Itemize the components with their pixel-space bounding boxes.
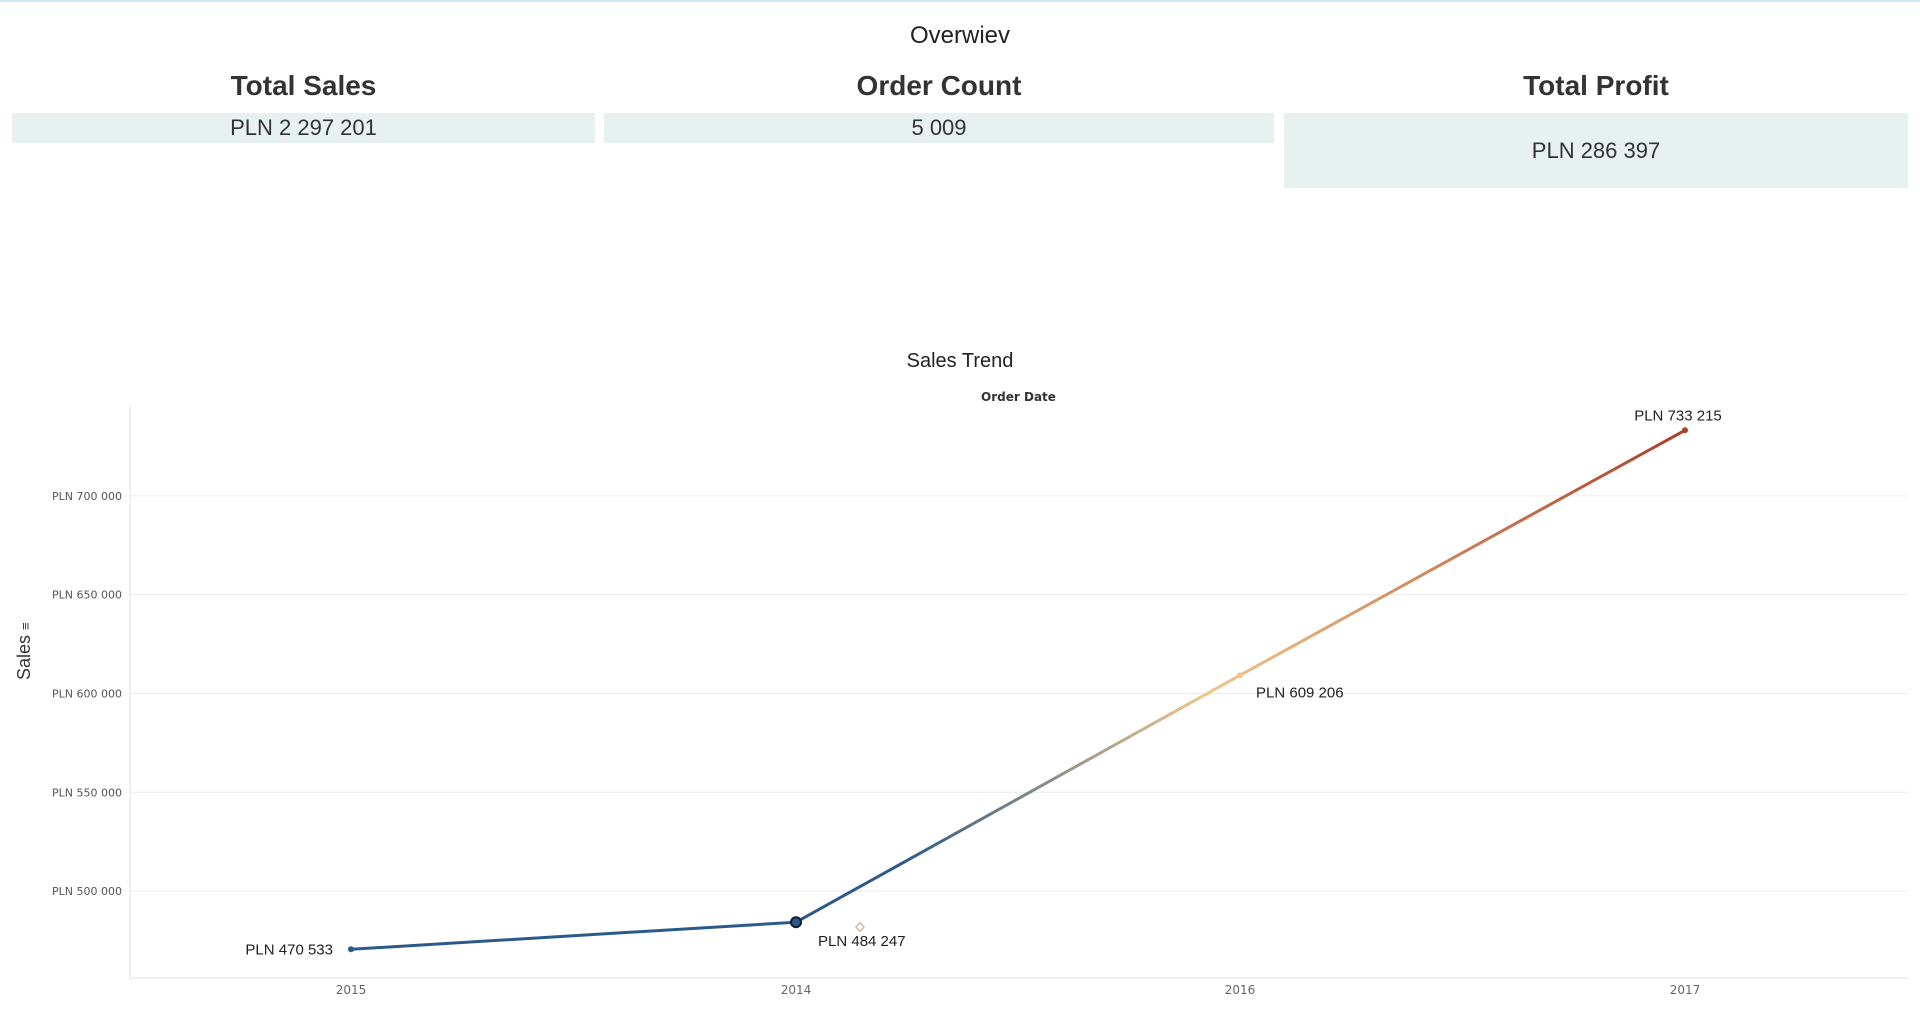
- data-label: PLN 733 215: [1634, 407, 1722, 424]
- y-tick-label: PLN 700 000: [52, 490, 122, 503]
- series: [348, 427, 1688, 953]
- axes: PLN 500 000 PLN 550 000 PLN 600 000 PLN 650…: [52, 405, 1908, 997]
- y-tick-label: PLN 550 000: [52, 786, 122, 799]
- data-point[interactable]: [1237, 672, 1243, 679]
- gridlines: [130, 495, 1908, 892]
- sales-line-segment: [794, 673, 1242, 924]
- y-tick-label: PLN 650 000: [52, 589, 122, 602]
- data-label: PLN 470 533: [245, 941, 333, 958]
- y-tick-label: PLN 500 000: [52, 885, 122, 898]
- x-tick-label: 2014: [781, 983, 812, 997]
- data-label: PLN 609 206: [1256, 684, 1344, 701]
- data-point[interactable]: [348, 946, 354, 953]
- sales-line-segment: [349, 920, 798, 951]
- data-label: PLN 484 247: [818, 933, 906, 950]
- x-tick-label: 2016: [1225, 983, 1256, 997]
- sales-line-segment: [1238, 428, 1687, 677]
- x-tick-label: 2017: [1670, 983, 1701, 997]
- x-tick-label: 2015: [336, 983, 367, 997]
- sales-trend-chart: PLN 500 000 PLN 550 000 PLN 600 000 PLN 650…: [52, 405, 1908, 997]
- data-labels: PLN 470 533 PLN 484 247 PLN 609 206 PLN 733…: [245, 407, 1721, 958]
- data-point[interactable]: [1682, 427, 1688, 434]
- y-tick-label: PLN 600 000: [52, 687, 122, 700]
- data-point-selected[interactable]: [790, 916, 802, 929]
- hover-marker: [855, 922, 865, 932]
